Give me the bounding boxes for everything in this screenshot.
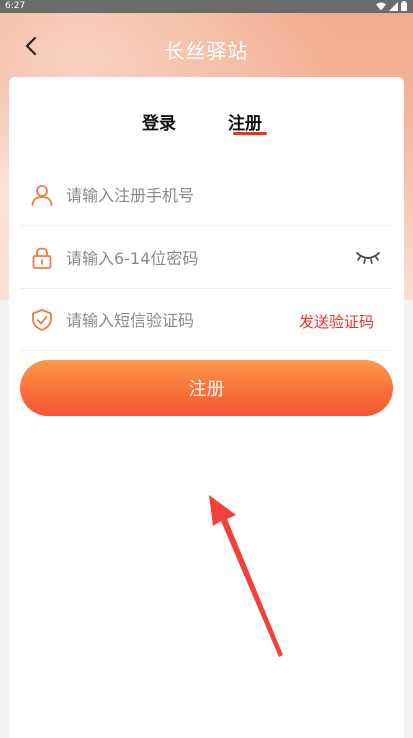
eye-closed-icon[interactable]	[356, 249, 380, 265]
shield-icon	[32, 309, 52, 331]
form-card: 登录 注册 发送验证码 注册	[9, 77, 404, 738]
sms-code-field: 发送验证码	[21, 289, 392, 351]
send-code-button[interactable]: 发送验证码	[299, 311, 374, 332]
signal-icon	[389, 1, 398, 11]
status-icons	[376, 1, 407, 11]
annotation-arrow	[209, 495, 283, 657]
tab-login[interactable]: 登录	[142, 109, 176, 134]
auth-tabs: 登录 注册	[9, 109, 404, 139]
app-header: 长丝驿站	[0, 13, 413, 77]
status-bar: 6:27	[0, 0, 413, 13]
status-time: 6:27	[5, 1, 26, 11]
password-field	[21, 227, 392, 289]
register-button[interactable]: 注册	[20, 360, 393, 416]
phone-input[interactable]	[66, 183, 296, 207]
user-icon	[31, 185, 53, 206]
active-tab-indicator	[233, 132, 267, 135]
wifi-icon	[376, 2, 386, 10]
sms-code-input[interactable]	[66, 308, 296, 332]
password-input[interactable]	[66, 246, 296, 270]
phone-field	[21, 164, 392, 226]
lock-icon	[32, 247, 52, 269]
page-title: 长丝驿站	[164, 39, 249, 63]
battery-icon	[401, 1, 407, 11]
tab-register[interactable]: 注册	[228, 109, 262, 134]
